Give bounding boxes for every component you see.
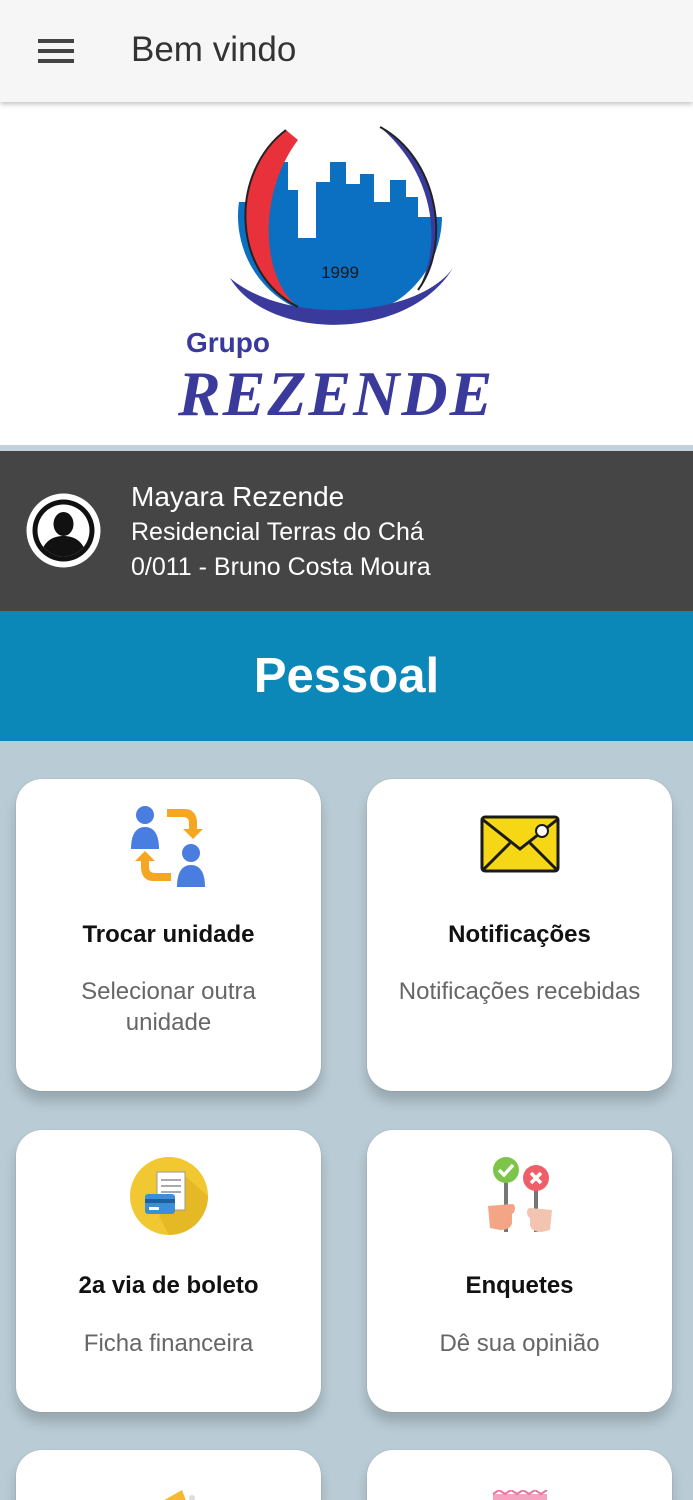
user-profile-banner[interactable]: Mayara Rezende Residencial Terras do Chá… xyxy=(0,451,693,611)
logo-year: 1999 xyxy=(321,263,359,282)
card-trocar-unidade[interactable]: Trocar unidade Selecionar outra unidade xyxy=(16,779,321,1091)
card-title: 2a via de boleto xyxy=(78,1272,259,1299)
invoice-card-icon xyxy=(129,1156,209,1241)
card-subtitle: Notificações recebidas xyxy=(398,978,641,1005)
card-enquetes[interactable]: Enquetes Dê sua opinião xyxy=(367,1130,672,1412)
megaphone-icon xyxy=(134,1486,204,1500)
app-bar: Bem vindo xyxy=(0,0,693,102)
logo-grupo-text: Grupo xyxy=(186,327,270,358)
swap-users-icon xyxy=(127,803,211,892)
card-title: Enquetes xyxy=(465,1272,574,1299)
card-partial-right[interactable] xyxy=(367,1450,672,1500)
hamburger-menu-icon[interactable] xyxy=(30,28,82,74)
unit-label: 0/011 - Bruno Costa Moura xyxy=(131,553,431,581)
section-title: Pessoal xyxy=(0,611,693,741)
logo-rezende-text: REZENDE xyxy=(177,358,494,429)
page-title: Bem vindo xyxy=(131,30,297,69)
user-name: Mayara Rezende xyxy=(131,481,345,512)
card-partial-left[interactable] xyxy=(16,1450,321,1500)
card-subtitle: Selecionar outra unidade xyxy=(81,978,256,1036)
card-title: Notificações xyxy=(448,921,591,948)
card-notificacoes[interactable]: Notificações Notificações recebidas xyxy=(367,779,672,1091)
card-title: Trocar unidade xyxy=(82,921,255,948)
card-2a-via-boleto[interactable]: 2a via de boleto Ficha financeira xyxy=(16,1130,321,1412)
card-subtitle: Ficha financeira xyxy=(83,1330,254,1357)
poll-vote-icon xyxy=(478,1156,562,1241)
brand-logo-area: 1999 Grupo REZENDE xyxy=(0,102,693,445)
condominium-name: Residencial Terras do Chá xyxy=(131,518,424,546)
grupo-rezende-logo: 1999 Grupo REZENDE xyxy=(177,114,494,429)
document-icon xyxy=(485,1488,555,1500)
envelope-icon xyxy=(480,815,560,878)
card-subtitle: Dê sua opinião xyxy=(439,1330,600,1357)
avatar-icon xyxy=(26,493,101,568)
